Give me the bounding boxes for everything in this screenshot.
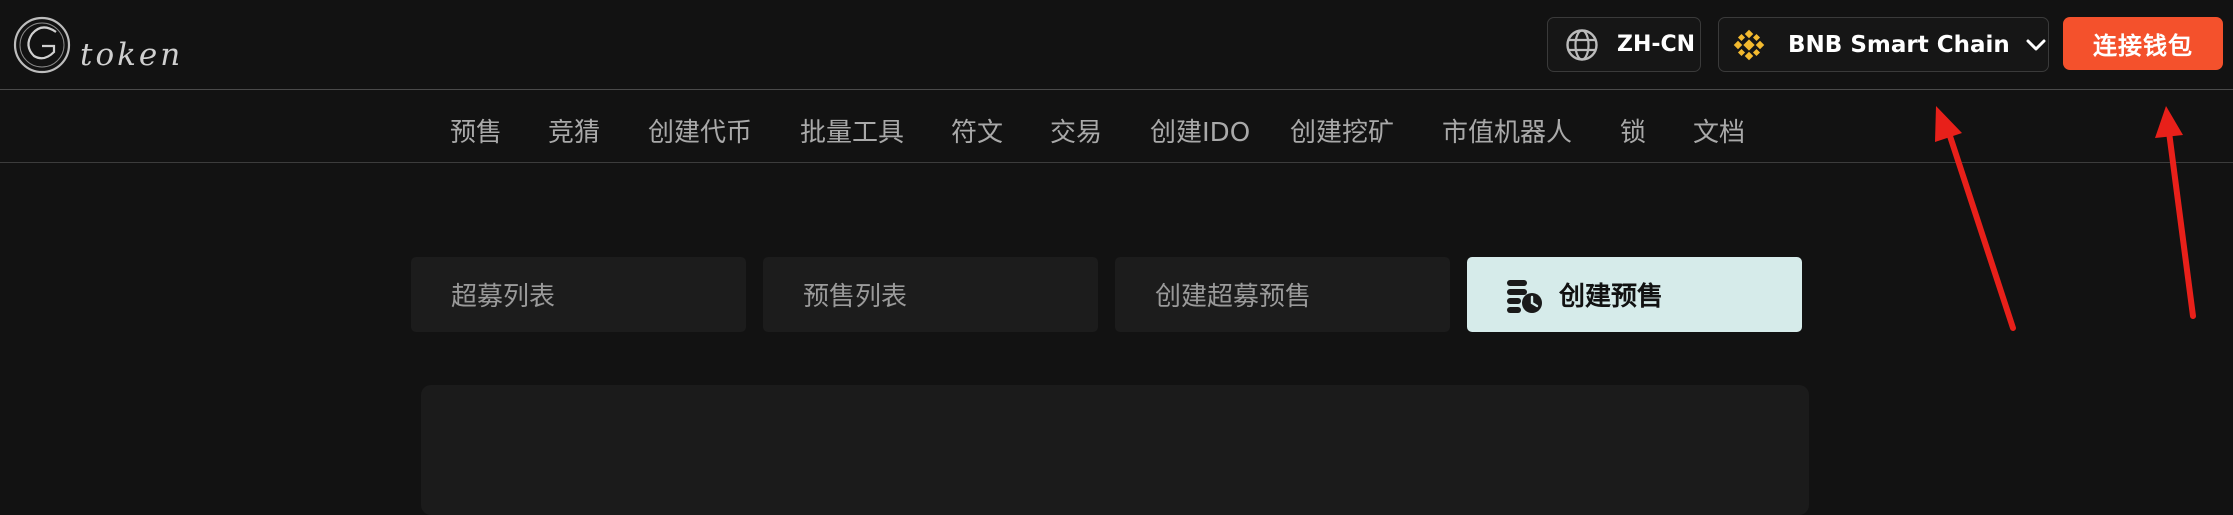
nav-item-create-ido[interactable]: 创建IDO bbox=[1150, 112, 1250, 149]
chevron-down-icon bbox=[2026, 39, 2046, 50]
top-header: token ZH-CN BNB Smart Chain 连接钱包 bbox=[0, 0, 2233, 90]
tab-create-fair-launch[interactable]: 创建超募预售 bbox=[1115, 257, 1450, 332]
logo-g-icon bbox=[13, 16, 71, 74]
presale-create-icon bbox=[1507, 279, 1542, 313]
nav-item-market-bot[interactable]: 市值机器人 bbox=[1442, 112, 1572, 149]
nav-item-trade[interactable]: 交易 bbox=[1050, 112, 1102, 149]
nav-item-prediction[interactable]: 竞猜 bbox=[548, 112, 600, 149]
nav-item-create-token[interactable]: 创建代币 bbox=[648, 112, 752, 149]
chain-selector[interactable]: BNB Smart Chain bbox=[1718, 17, 2049, 72]
tab-label: 超募列表 bbox=[451, 282, 556, 312]
nav-item-runes[interactable]: 符文 bbox=[951, 112, 1003, 149]
chain-label: BNB Smart Chain bbox=[1788, 31, 2010, 58]
globe-icon bbox=[1566, 28, 1598, 61]
tab-label: 创建超募预售 bbox=[1155, 282, 1312, 312]
tab-presale-list[interactable]: 预售列表 bbox=[763, 257, 1098, 332]
main-nav: 预售 竞猜 创建代币 批量工具 符文 交易 创建IDO 创建挖矿 市值机器人 锁… bbox=[0, 90, 2233, 163]
nav-item-batch-tools[interactable]: 批量工具 bbox=[800, 112, 904, 149]
nav-item-create-mining[interactable]: 创建挖矿 bbox=[1290, 112, 1394, 149]
tab-create-presale[interactable]: 创建预售 bbox=[1467, 257, 1802, 332]
nav-item-docs[interactable]: 文档 bbox=[1693, 112, 1745, 149]
language-selector[interactable]: ZH-CN bbox=[1547, 17, 1701, 72]
nav-item-presale[interactable]: 预售 bbox=[450, 112, 502, 149]
content-panel bbox=[421, 385, 1809, 515]
brand-logo[interactable]: token bbox=[12, 12, 182, 78]
connect-wallet-button[interactable]: 连接钱包 bbox=[2063, 17, 2223, 70]
tab-label: 创建预售 bbox=[1559, 282, 1664, 312]
nav-item-lock[interactable]: 锁 bbox=[1620, 112, 1646, 149]
tab-label: 预售列表 bbox=[803, 282, 908, 312]
tab-fair-launch-list[interactable]: 超募列表 bbox=[411, 257, 746, 332]
language-label: ZH-CN bbox=[1617, 32, 1696, 57]
logo-wordmark: token bbox=[80, 37, 184, 73]
bnb-logo-icon bbox=[1733, 29, 1765, 60]
